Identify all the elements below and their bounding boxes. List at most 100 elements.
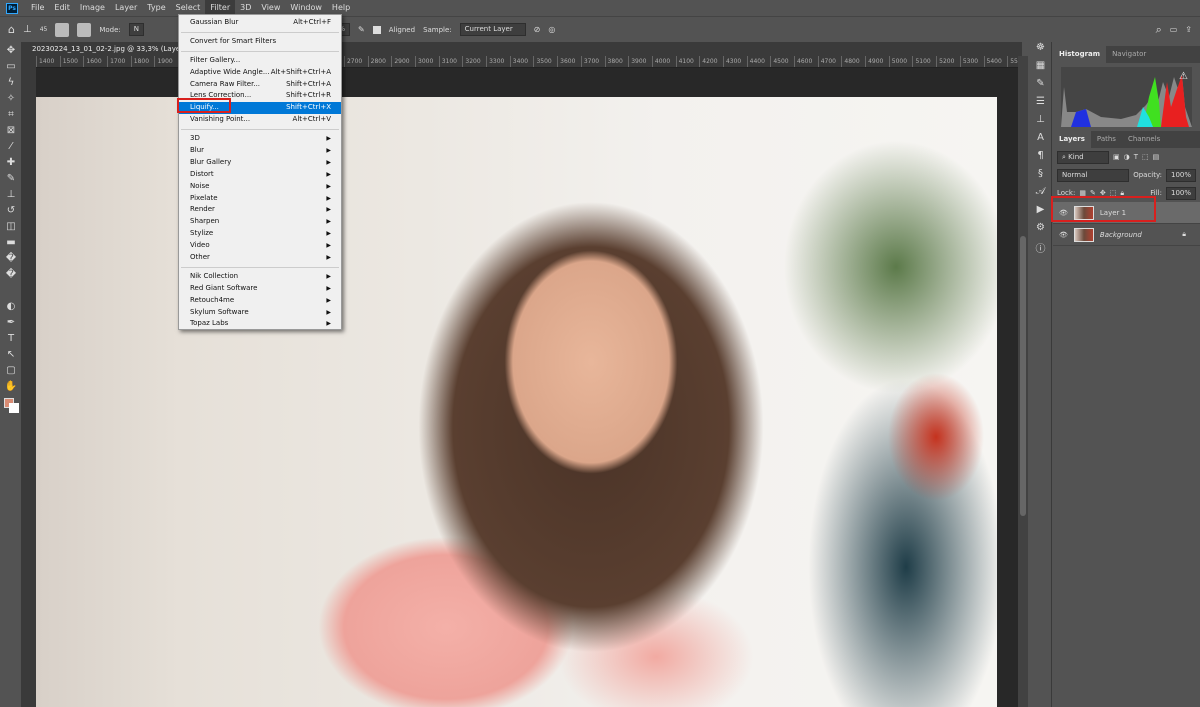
zoom-icon[interactable]: ▢: [0, 362, 22, 378]
ignore-adjustment-icon[interactable]: ⊘: [534, 25, 541, 34]
opacity-field[interactable]: 100%: [1165, 168, 1196, 182]
properties-icon[interactable]: ⚙: [1030, 222, 1051, 240]
menu-layer[interactable]: Layer: [110, 0, 142, 16]
scroll-thumb[interactable]: [1020, 236, 1026, 516]
menu-item-render[interactable]: Render ▶: [179, 204, 341, 216]
move-icon[interactable]: ✥: [0, 42, 22, 58]
menu-item-label: Filter Gallery...: [190, 55, 241, 64]
frame-icon[interactable]: ⊠: [0, 122, 22, 138]
history-brush-icon[interactable]: ↺: [0, 202, 22, 218]
3d-icon[interactable]: ☸: [1030, 42, 1051, 60]
tab-channels[interactable]: Channels: [1122, 131, 1166, 148]
menu-edit[interactable]: Edit: [49, 0, 75, 16]
menu-item-pixelate[interactable]: Pixelate ▶: [179, 193, 341, 205]
brush-settings-button[interactable]: [55, 22, 70, 37]
sample-select[interactable]: Current Layer: [459, 23, 526, 36]
filter-shape-icon[interactable]: ⬚: [1142, 153, 1149, 161]
workspace-icon[interactable]: ▭: [1170, 25, 1178, 34]
type-icon[interactable]: ◐: [0, 298, 22, 314]
menu-item-video[interactable]: Video ▶: [179, 240, 341, 252]
menu-item-adaptive-wide-angle[interactable]: Adaptive Wide Angle... Alt+Shift+Ctrl+A: [179, 67, 341, 79]
ruler-tick: 3100: [438, 56, 463, 67]
vertical-scrollbar[interactable]: [1018, 56, 1028, 707]
submenu-arrow-icon: ▶: [326, 218, 331, 226]
menu-item-camera-raw-filter[interactable]: Camera Raw Filter... Shift+Ctrl+A: [179, 79, 341, 91]
tab-navigator[interactable]: Navigator: [1106, 46, 1152, 63]
tab-layers[interactable]: Layers: [1053, 131, 1091, 148]
play-icon[interactable]: ▶: [1030, 204, 1051, 222]
menu-item-blur[interactable]: Blur ▶: [179, 145, 341, 157]
menu-item-blur-gallery[interactable]: Blur Gallery ▶: [179, 157, 341, 169]
airbrush-icon[interactable]: ✎: [358, 25, 365, 34]
character-icon[interactable]: A: [1030, 132, 1051, 150]
share-icon[interactable]: ⇪: [1185, 25, 1192, 34]
pressure-icon[interactable]: ◎: [548, 25, 555, 34]
menu-file[interactable]: File: [26, 0, 49, 16]
info-icon[interactable]: ⓘ: [1030, 240, 1051, 258]
brush-icon[interactable]: ✎: [0, 170, 22, 186]
menu-item-retouch4me[interactable]: Retouch4me ▶: [179, 295, 341, 307]
glyphs-icon[interactable]: §: [1030, 168, 1051, 186]
layer-filter-kind[interactable]: ⌕ Kind: [1057, 150, 1109, 164]
menu-item-noise[interactable]: Noise ▶: [179, 181, 341, 193]
adjustments-icon[interactable]: ☰: [1030, 96, 1051, 114]
document-tab[interactable]: 20230224_13_01_02-2.jpg @ 33,3% (Layer 1…: [22, 42, 1022, 56]
aligned-checkbox[interactable]: [372, 25, 381, 34]
paragraph-icon[interactable]: ¶: [1030, 150, 1051, 168]
path-select-icon[interactable]: ✒: [0, 314, 22, 330]
gradient-icon[interactable]: ▬: [0, 234, 22, 250]
menu-image[interactable]: Image: [75, 0, 110, 16]
filter-smart-icon[interactable]: ▤: [1153, 153, 1160, 161]
brush-size[interactable]: 45: [40, 26, 48, 33]
grid-icon[interactable]: ▦: [1030, 60, 1051, 78]
eraser-icon[interactable]: ◫: [0, 218, 22, 234]
background-color[interactable]: [9, 403, 19, 413]
tools-panel: ✥▭ϟ✧⌗⊠⁄✚✎⊥↺◫▬💧︎◐✒T↖▢✋: [0, 42, 22, 707]
filter-type-icon[interactable]: T: [1134, 153, 1138, 161]
clone-stamp-icon[interactable]: ⊥: [0, 186, 22, 202]
menu-item-nik-collection[interactable]: Nik Collection ▶: [179, 271, 341, 283]
menu-item-distort[interactable]: Distort ▶: [179, 169, 341, 181]
filter-pixel-icon[interactable]: ▣: [1113, 153, 1120, 161]
menu-item-red-giant-software[interactable]: Red Giant Software ▶: [179, 283, 341, 295]
brush-settings-icon[interactable]: ✎: [1030, 78, 1051, 96]
visibility-eye-icon[interactable]: 👁︎: [1059, 231, 1068, 239]
marquee-icon[interactable]: ▭: [0, 58, 22, 74]
eyedropper-icon[interactable]: ⁄: [0, 138, 22, 154]
lasso-icon[interactable]: ϟ: [0, 74, 22, 90]
menu-item-gaussian-blur[interactable]: Gaussian Blur Alt+Ctrl+F: [179, 17, 341, 29]
dodge-icon[interactable]: �: [0, 266, 22, 282]
layer-row-background[interactable]: 👁︎ Background 🔒︎: [1053, 224, 1200, 246]
home-icon[interactable]: ⌂: [8, 23, 15, 36]
rectangle-icon[interactable]: T: [0, 330, 22, 346]
color-swatches[interactable]: [0, 394, 21, 416]
hand-icon[interactable]: ↖: [0, 346, 22, 362]
menu-item-topaz-labs[interactable]: Topaz Labs ▶: [179, 318, 341, 330]
menu-type[interactable]: Type: [142, 0, 170, 16]
menu-item-filter-gallery[interactable]: Filter Gallery...: [179, 55, 341, 67]
pen-icon[interactable]: ︎: [0, 282, 22, 298]
menu-item-stylize[interactable]: Stylize ▶: [179, 228, 341, 240]
blend-mode-select[interactable]: Normal: [1057, 168, 1130, 182]
menu-item-skylum-software[interactable]: Skylum Software ▶: [179, 307, 341, 319]
search-icon[interactable]: ⌕: [1156, 23, 1162, 37]
menu-item-convert-for-smart-filters[interactable]: Convert for Smart Filters: [179, 36, 341, 48]
tab-paths[interactable]: Paths: [1091, 131, 1122, 148]
clone-stamp-preset-icon[interactable]: ⊥: [23, 24, 32, 35]
menu-item-vanishing-point[interactable]: Vanishing Point... Alt+Ctrl+V: [179, 114, 341, 126]
menu-item-3d[interactable]: 3D ▶: [179, 133, 341, 145]
menu-item-other[interactable]: Other ▶: [179, 252, 341, 264]
healing-icon[interactable]: ✚: [0, 154, 22, 170]
fill-field[interactable]: 100%: [1165, 186, 1196, 200]
tab-histogram[interactable]: Histogram: [1053, 46, 1107, 63]
filter-adjust-icon[interactable]: ◑: [1124, 153, 1130, 161]
clone-source-icon[interactable]: ⊥: [1030, 114, 1051, 132]
blur-icon[interactable]: �: [0, 250, 22, 266]
type-style-icon[interactable]: 𝒜: [1030, 186, 1051, 204]
crop-icon[interactable]: ⌗: [0, 106, 22, 122]
quick-select-icon[interactable]: ✧: [0, 90, 22, 106]
more-icon[interactable]: ✋: [0, 378, 22, 394]
clone-source-button[interactable]: [77, 22, 92, 37]
menu-item-sharpen[interactable]: Sharpen ▶: [179, 216, 341, 228]
mode-select[interactable]: N: [128, 23, 145, 36]
